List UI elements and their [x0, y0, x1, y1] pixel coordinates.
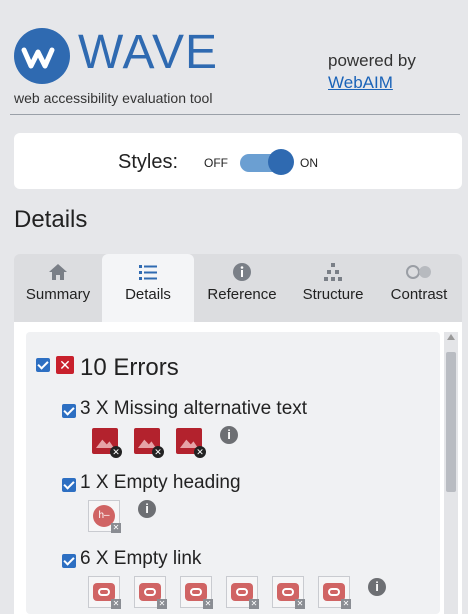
empty-heading-label: 1 X Empty heading: [80, 472, 241, 493]
tab-bar: Summary Details Reference Structure Cont…: [14, 254, 462, 322]
missing-alt-icon[interactable]: ✕: [134, 428, 164, 458]
header-divider: [10, 114, 460, 115]
missing-alt-icon[interactable]: ✕: [92, 428, 122, 458]
wave-logo-icon: [14, 28, 70, 84]
tab-summary[interactable]: Summary: [14, 254, 102, 322]
empty-link-label: 6 X Empty link: [80, 548, 202, 569]
missing-alt-label: 3 X Missing alternative text: [80, 398, 308, 419]
missing-alt-checkbox[interactable]: [62, 404, 76, 418]
empty-link-icon[interactable]: ✕: [226, 576, 259, 609]
errors-title: 10 Errors: [80, 354, 179, 381]
tagline: web accessibility evaluation tool: [14, 90, 213, 106]
errors-checkbox[interactable]: [36, 358, 50, 372]
powered-by: powered by WebAIM: [328, 50, 416, 94]
powered-by-text: powered by: [328, 51, 416, 70]
tab-structure-label: Structure: [302, 286, 364, 303]
styles-toggle-panel: Styles: OFF ON: [14, 133, 462, 189]
empty-link-icon[interactable]: ✕: [134, 576, 167, 609]
info-icon[interactable]: i: [138, 500, 156, 518]
contrast-icon: [376, 254, 462, 286]
info-icon[interactable]: i: [368, 578, 386, 596]
section-title: Details: [14, 206, 88, 233]
scroll-up-arrow-icon[interactable]: [447, 334, 455, 340]
styles-label: Styles:: [118, 151, 179, 173]
list-icon: [102, 254, 194, 286]
styles-off-label: OFF: [204, 156, 228, 170]
tab-structure[interactable]: Structure: [290, 254, 376, 322]
tab-contrast-label: Contrast: [390, 286, 448, 303]
tab-summary-label: Summary: [25, 286, 91, 303]
missing-alt-icon[interactable]: ✕: [176, 428, 206, 458]
tab-contrast[interactable]: Contrast: [376, 254, 462, 322]
tab-details[interactable]: Details: [102, 254, 194, 322]
info-icon[interactable]: i: [220, 426, 238, 444]
scrollbar[interactable]: [444, 332, 458, 614]
webaim-link[interactable]: WebAIM: [328, 73, 393, 92]
tab-reference[interactable]: Reference: [194, 254, 290, 322]
errors-card: ✕ 10 Errors 3 X Missing alternative text…: [26, 332, 440, 614]
home-icon: [14, 254, 102, 286]
styles-on-label: ON: [300, 156, 318, 170]
header: WAVE web accessibility evaluation tool p…: [0, 0, 468, 120]
error-x-icon: ✕: [56, 356, 74, 374]
empty-heading-checkbox[interactable]: [62, 478, 76, 492]
empty-link-icon[interactable]: ✕: [180, 576, 213, 609]
structure-icon: [290, 254, 376, 286]
details-panel: ✕ 10 Errors 3 X Missing alternative text…: [14, 322, 462, 614]
empty-link-checkbox[interactable]: [62, 554, 76, 568]
tab-details-label: Details: [125, 286, 171, 303]
empty-link-icon[interactable]: ✕: [272, 576, 305, 609]
empty-link-icon[interactable]: ✕: [318, 576, 351, 609]
empty-link-icon[interactable]: ✕: [88, 576, 121, 609]
info-circle-icon: [194, 254, 290, 286]
styles-toggle-knob[interactable]: [268, 149, 294, 175]
logo-text: WAVE: [78, 26, 219, 79]
scrollbar-thumb[interactable]: [446, 352, 456, 492]
tab-reference-label: Reference: [207, 286, 277, 303]
empty-heading-icon[interactable]: h– ✕: [88, 500, 121, 533]
